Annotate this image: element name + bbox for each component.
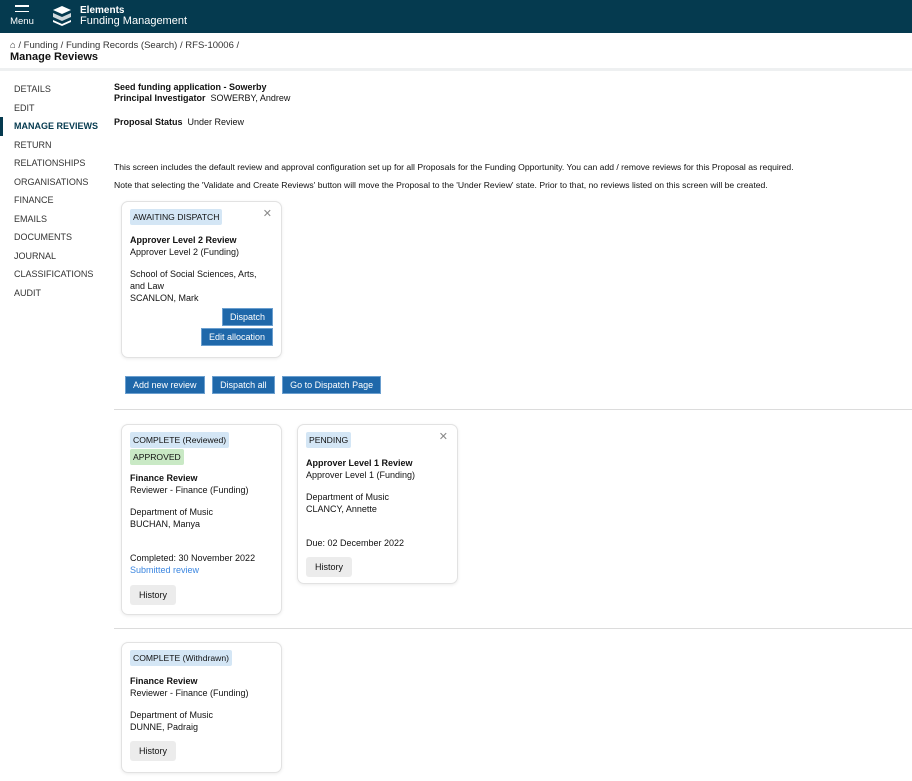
go-to-dispatch-page-button[interactable]: Go to Dispatch Page: [282, 376, 382, 394]
divider: [114, 409, 912, 410]
outcome-badge: APPROVED: [130, 449, 184, 465]
review-card-withdrawn: COMPLETE (Withdrawn) Finance Review Revi…: [121, 642, 282, 773]
record-info: Seed funding application - Sowerby Princ…: [114, 82, 904, 128]
record-title: Seed funding application - Sowerby: [114, 82, 267, 92]
sidebar-item-finance[interactable]: FINANCE: [0, 191, 105, 210]
sidebar-item-classifications[interactable]: CLASSIFICATIONS: [0, 265, 105, 284]
sidebar-item-manage-reviews[interactable]: MANAGE REVIEWS: [0, 117, 105, 136]
close-icon[interactable]: ✕: [263, 208, 272, 220]
divider: [0, 68, 912, 71]
status-badge: COMPLETE (Reviewed): [130, 432, 230, 448]
dispatch-all-button[interactable]: Dispatch all: [212, 376, 275, 394]
breadcrumb-record[interactable]: RFS-10006: [185, 40, 234, 51]
review-actions: Add new review Dispatch all Go to Dispat…: [125, 376, 382, 394]
sidebar-item-return[interactable]: RETURN: [0, 136, 105, 155]
history-button[interactable]: History: [130, 585, 177, 605]
sidebar-item-documents[interactable]: DOCUMENTS: [0, 228, 105, 247]
review-card-awaiting: AWAITING DISPATCH ✕ Approver Level 2 Rev…: [121, 201, 282, 358]
top-bar: Menu Elements Funding Management: [0, 0, 912, 33]
sidebar-item-relationships[interactable]: RELATIONSHIPS: [0, 154, 105, 173]
status-badge: COMPLETE (Withdrawn): [130, 650, 232, 666]
sidebar-item-details[interactable]: DETAILS: [0, 80, 105, 99]
sidebar: DETAILS EDIT MANAGE REVIEWS RETURN RELAT…: [0, 80, 105, 302]
review-card-reviewed: COMPLETE (Reviewed) APPROVED Finance Rev…: [121, 424, 282, 615]
proposal-status: Under Review: [187, 117, 245, 127]
close-icon[interactable]: ✕: [439, 431, 448, 443]
status-badge: AWAITING DISPATCH: [130, 209, 223, 225]
breadcrumb: ⌂ / Funding / Funding Records (Search) /…: [10, 40, 240, 51]
pi-value: SOWERBY, Andrew: [210, 93, 291, 103]
status-badge: PENDING: [306, 432, 352, 448]
menu-button[interactable]: Menu: [8, 3, 36, 27]
history-button[interactable]: History: [130, 741, 177, 761]
review-card-pending: PENDING ✕ Approver Level 1 Review Approv…: [297, 424, 458, 584]
sidebar-item-edit[interactable]: EDIT: [0, 99, 105, 118]
home-icon[interactable]: ⌂: [10, 40, 16, 51]
sidebar-item-journal[interactable]: JOURNAL: [0, 247, 105, 266]
divider: [114, 628, 912, 629]
breadcrumb-funding-records[interactable]: Funding Records (Search): [66, 40, 177, 51]
intro-text: This screen includes the default review …: [114, 162, 794, 190]
edit-allocation-button[interactable]: Edit allocation: [200, 328, 273, 346]
dispatch-button[interactable]: Dispatch: [221, 308, 273, 326]
page-title: Manage Reviews: [10, 51, 99, 63]
history-button[interactable]: History: [306, 557, 353, 577]
add-new-review-button[interactable]: Add new review: [125, 376, 205, 394]
breadcrumb-funding[interactable]: Funding: [24, 40, 58, 51]
hamburger-icon: [15, 5, 29, 12]
sidebar-item-organisations[interactable]: ORGANISATIONS: [0, 173, 105, 192]
submitted-review-link[interactable]: Submitted review: [130, 564, 273, 576]
brand: Elements Funding Management: [80, 5, 188, 27]
sidebar-item-emails[interactable]: EMAILS: [0, 210, 105, 229]
elements-logo-icon: [53, 6, 71, 26]
sidebar-item-audit[interactable]: AUDIT: [0, 284, 105, 303]
